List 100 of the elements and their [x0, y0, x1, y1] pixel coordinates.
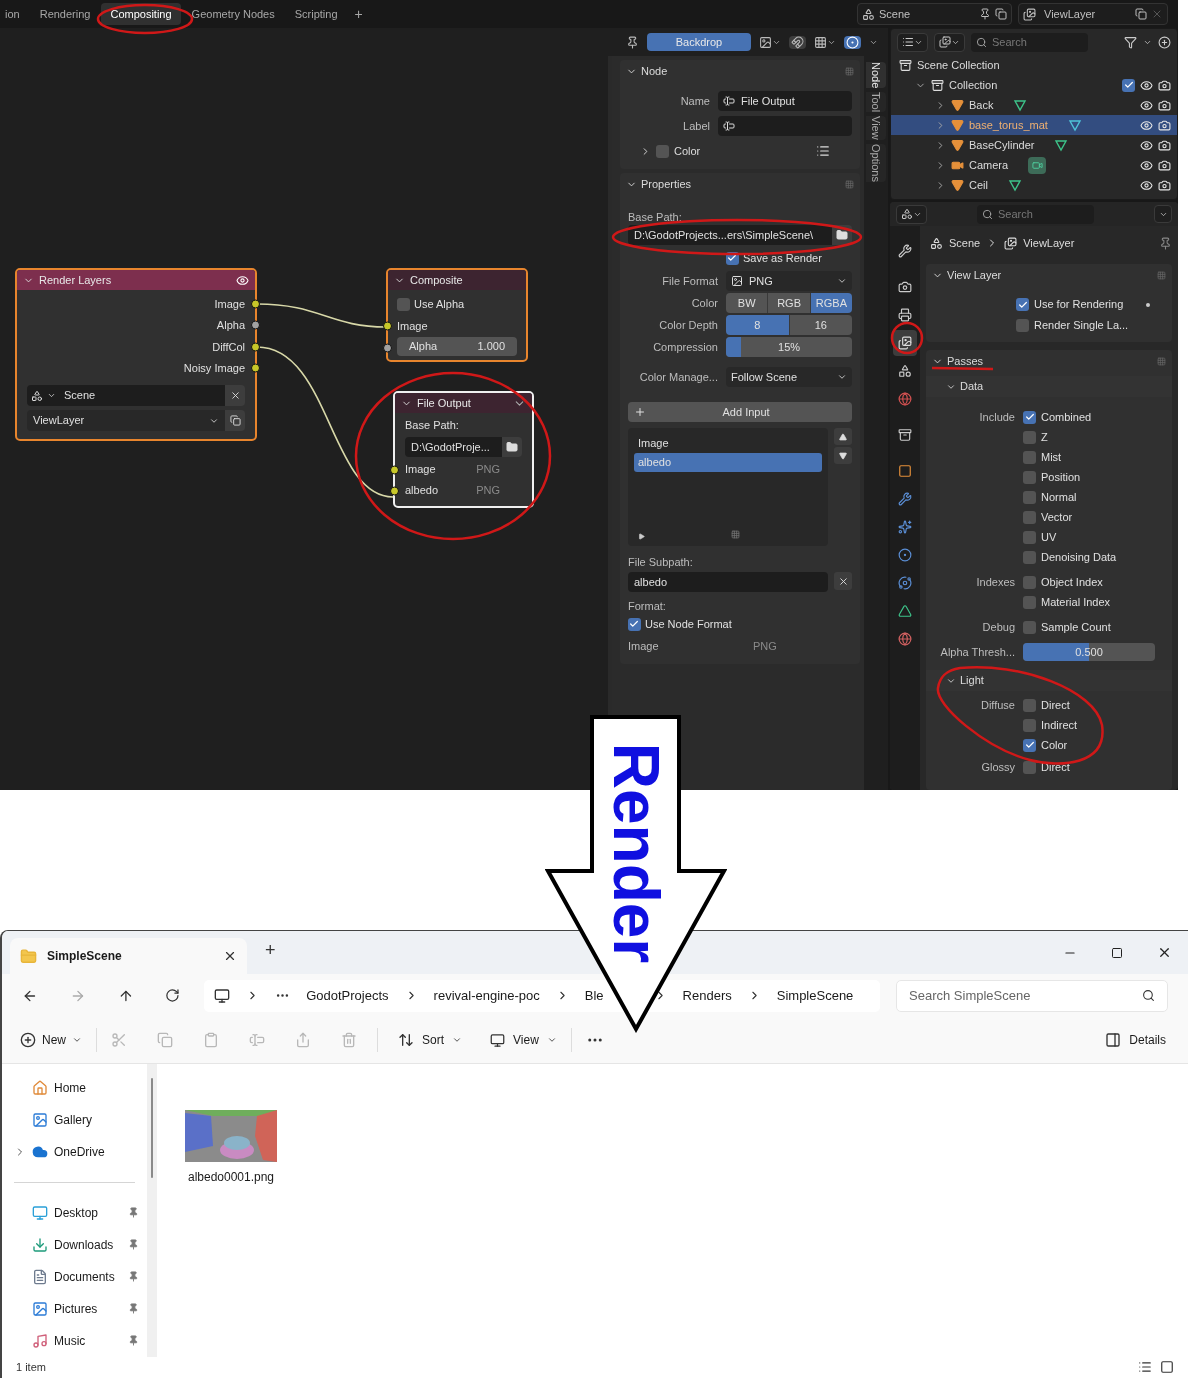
- segment-button[interactable]: 16: [789, 315, 853, 335]
- node-canvas[interactable]: Render Layers Image Alpha DiffCol Noisy Image Scene ViewLayer Composite Use Alpha Image Alpha 1.000 File Output Base Path: D:\GodotProje... Image PNG albedo PNG: [0, 56, 605, 790]
- alpha-field[interactable]: Alpha 1.000: [397, 336, 517, 356]
- checkbox-label: Z: [1041, 429, 1048, 445]
- add-workspace-button[interactable]: +: [348, 3, 369, 25]
- explorer-tab[interactable]: SimpleScene: [10, 938, 247, 975]
- socket-label: Noisy Image: [183, 361, 245, 376]
- file-subpath-field[interactable]: albedo: [627, 572, 829, 592]
- nav-item[interactable]: Documents: [54, 1267, 122, 1286]
- outliner-row[interactable]: Ceil: [891, 175, 1177, 195]
- segment-button[interactable]: BW: [725, 293, 769, 313]
- file-name[interactable]: albedo0001.png: [187, 1167, 275, 1186]
- file-output-node[interactable]: File Output Base Path: D:\GodotProje... Image PNG albedo PNG: [393, 391, 534, 508]
- segment-button[interactable]: RGBA: [810, 293, 853, 313]
- breadcrumb-item[interactable]: Ble: [584, 986, 604, 1006]
- breadcrumb-item[interactable]: SimpleScene: [776, 986, 854, 1006]
- field-value: 1.000: [477, 338, 505, 354]
- checkbox-label: Mist: [1041, 449, 1062, 465]
- workspace-tab[interactable]: ion: [0, 3, 29, 25]
- list-item[interactable]: Image: [633, 434, 823, 453]
- checkbox-label: Sample Count: [1041, 619, 1111, 635]
- search-field[interactable]: Search: [971, 32, 1088, 52]
- outliner-row[interactable]: Camera: [891, 155, 1177, 175]
- checkbox-label: Normal: [1041, 489, 1077, 505]
- node-title: Composite: [410, 272, 463, 288]
- new-tab-button[interactable]: +: [265, 937, 276, 965]
- panel-header[interactable]: Properties: [619, 173, 861, 195]
- nav-row[interactable]: Home: [2, 1071, 147, 1104]
- nav-row[interactable]: OneDrive: [2, 1135, 147, 1168]
- breadcrumb-item[interactable]: ViewLayer: [1023, 234, 1075, 252]
- sort-button[interactable]: Sort: [398, 1031, 463, 1050]
- outliner-item-label: Back: [969, 97, 994, 113]
- segment-button[interactable]: 8: [725, 315, 790, 335]
- search-field[interactable]: Search: [977, 204, 1094, 224]
- workspace-tab[interactable]: Geometry Nodes: [182, 3, 284, 25]
- breadcrumb-item[interactable]: Scene: [949, 234, 981, 252]
- render-layers-node[interactable]: Render Layers Image Alpha DiffCol Noisy Image Scene ViewLayer: [15, 268, 257, 441]
- nav-row[interactable]: Gallery: [2, 1103, 147, 1136]
- nav-item[interactable]: Pictures: [54, 1299, 122, 1318]
- file-format-dropdown[interactable]: PNG: [725, 271, 853, 291]
- base-path-field[interactable]: D:\GodotProje...: [405, 437, 502, 457]
- socket-label: Image: [214, 296, 245, 312]
- panel-header[interactable]: View Layer: [926, 264, 1172, 286]
- search-field[interactable]: Search SimpleScene: [896, 979, 1168, 1012]
- add-input-button[interactable]: Add Input: [627, 402, 853, 422]
- view-button[interactable]: View: [490, 1031, 557, 1050]
- base-path-field[interactable]: D:\GodotProjects...ers\SimpleScene\: [627, 225, 833, 245]
- outliner-row[interactable]: Scene Collection: [891, 55, 1177, 75]
- socket-label: Alpha: [216, 318, 245, 333]
- breadcrumb-item[interactable]: Renders: [682, 986, 732, 1006]
- outliner-item-label: Collection: [949, 77, 998, 93]
- view-layer-dropdown[interactable]: ViewLayer: [27, 410, 225, 431]
- outliner-row[interactable]: Collection: [891, 75, 1177, 95]
- property-label: Color: [690, 295, 719, 311]
- view-layer-selector[interactable]: ViewLayer: [1018, 3, 1168, 25]
- composite-node[interactable]: Composite Use Alpha Image Alpha 1.000: [386, 268, 528, 362]
- nav-item[interactable]: Music: [54, 1331, 122, 1350]
- backdrop-button[interactable]: Backdrop: [647, 33, 751, 51]
- workspace-tab[interactable]: Rendering: [30, 3, 100, 25]
- group-label: Include: [978, 410, 1016, 425]
- compression-slider[interactable]: 15%: [725, 337, 853, 357]
- new-button[interactable]: New: [20, 1031, 82, 1050]
- segment-button[interactable]: RGB: [768, 293, 811, 313]
- alpha-threshold-slider[interactable]: 0.500: [1023, 643, 1155, 661]
- property-label: File Format: [661, 273, 719, 289]
- nav-item[interactable]: Downloads: [54, 1235, 122, 1254]
- format-label: PNG: [476, 462, 500, 478]
- list-item[interactable]: albedo: [633, 453, 823, 472]
- nav-item-label: Home: [54, 1079, 86, 1097]
- property-label: Name: [679, 93, 711, 109]
- address-bar[interactable]: GodotProjects revival-engine-poc Ble Renders SimpleScene: [204, 979, 881, 1012]
- checkbox-label: Color: [1041, 737, 1068, 753]
- socket-label: DiffCol: [212, 339, 245, 355]
- sidebar-tab[interactable]: View: [866, 116, 887, 141]
- annotation-label: Render: [604, 742, 668, 964]
- outliner-row[interactable]: base_torus_mat: [891, 115, 1177, 135]
- details-button[interactable]: Details: [1105, 1031, 1166, 1050]
- checkbox-label: Use Alpha: [414, 296, 465, 312]
- color-management-dropdown[interactable]: Follow Scene: [725, 367, 853, 387]
- workspace-tab[interactable]: Scripting: [285, 3, 347, 25]
- sidebar-tab[interactable]: Node: [866, 62, 887, 89]
- checkbox-label: Render Single La...: [1034, 318, 1129, 334]
- outliner-item-label: base_torus_mat: [969, 117, 1048, 133]
- sidebar-tab[interactable]: Tool: [866, 92, 887, 113]
- sidebar-tab[interactable]: Options: [866, 144, 887, 183]
- breadcrumb-item[interactable]: revival-engine-poc: [433, 986, 540, 1006]
- panel-header[interactable]: Passes: [926, 350, 1172, 372]
- group-label: Glossy: [980, 760, 1016, 775]
- checkbox-label: Color: [673, 143, 702, 159]
- outliner-row[interactable]: Back: [891, 95, 1177, 115]
- breadcrumb-item[interactable]: GodotProjects: [306, 986, 389, 1006]
- panel-header[interactable]: Node: [619, 60, 861, 82]
- nav-item[interactable]: Desktop: [54, 1203, 122, 1222]
- name-field[interactable]: File Output: [717, 91, 853, 111]
- property-label: Label: [682, 118, 711, 134]
- scene-field[interactable]: Scene: [27, 385, 225, 406]
- nav-item-label: OneDrive: [54, 1143, 105, 1161]
- scene-selector[interactable]: Scene: [857, 3, 1012, 25]
- outliner-row[interactable]: BaseCylinder: [891, 135, 1177, 155]
- checkbox-label: Object Index: [1041, 574, 1103, 590]
